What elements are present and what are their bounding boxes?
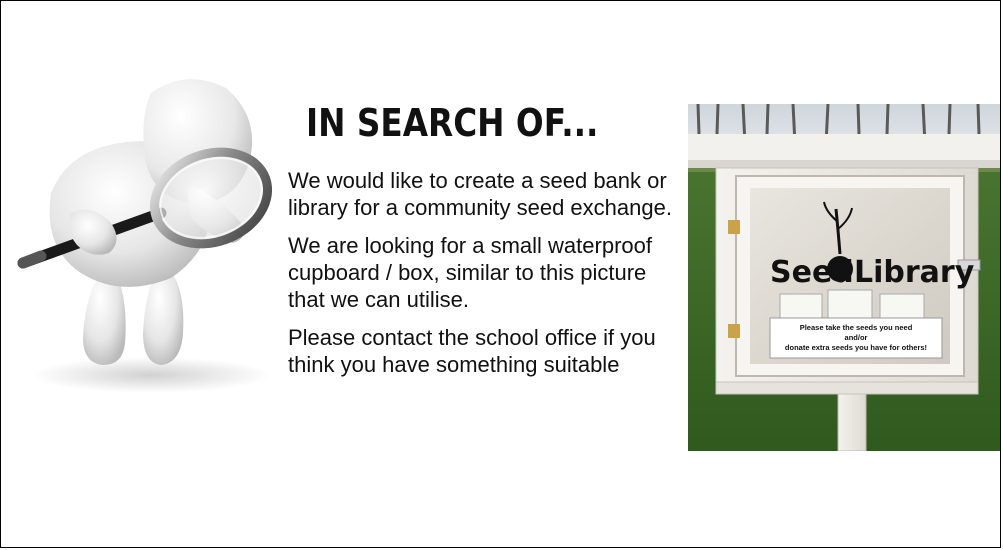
paragraph-2: We are looking for a small waterproof cu… [288,233,652,312]
seed-library-box-photo: Seed Library Please take the seeds you n… [688,104,1000,451]
sign-library: Library [854,255,975,290]
paragraph-3: Please contact the school office if you … [288,325,656,377]
note-line-1: Please take the seeds you need [800,323,913,332]
page-title: IN SEARCH OF... [306,101,599,145]
magnifier-figure-icon [11,63,279,403]
body-text: We would like to create a seed bank or l… [288,167,683,389]
paragraph-1: We would like to create a seed bank or l… [288,168,672,220]
note-line-2: and/or [845,333,868,342]
slide: IN SEARCH OF... We would like to create … [0,0,1001,548]
note-line-3: donate extra seeds you have for others! [785,343,927,352]
sign-seed: Seed [770,255,854,290]
